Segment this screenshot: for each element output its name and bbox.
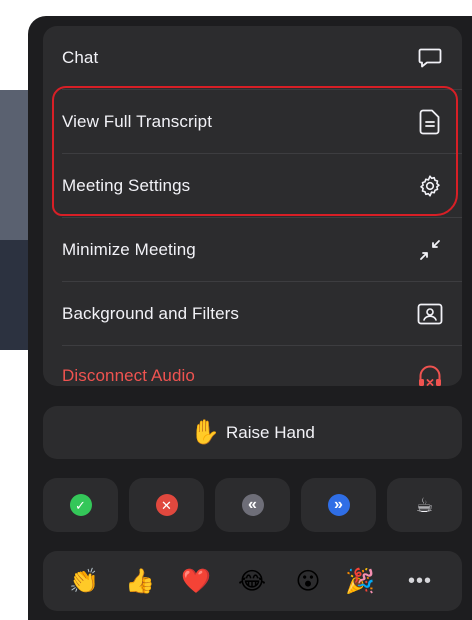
speed-up-button[interactable]: » bbox=[301, 478, 376, 532]
menu-item-disconnect-audio[interactable]: Disconnect Audio bbox=[43, 344, 462, 386]
gear-icon bbox=[416, 172, 444, 200]
tears-of-joy-icon[interactable]: 😂 bbox=[235, 565, 269, 597]
raise-hand-button[interactable]: ✋ Raise Hand bbox=[43, 406, 462, 459]
yes-button[interactable]: ✓ bbox=[43, 478, 118, 532]
clapping-hands-icon[interactable]: 👏 bbox=[67, 565, 101, 597]
more-reactions-button[interactable]: ••• bbox=[403, 565, 437, 597]
surprised-face-icon[interactable]: 😮 bbox=[291, 565, 325, 597]
menu-item-label: Meeting Settings bbox=[62, 175, 191, 195]
x-mark-icon: ✕ bbox=[155, 494, 178, 516]
portrait-frame-icon bbox=[416, 300, 444, 328]
party-popper-icon[interactable]: 🎉 bbox=[343, 565, 377, 597]
menu-item-label: Disconnect Audio bbox=[62, 365, 195, 385]
headphones-x-icon bbox=[416, 362, 444, 387]
checkmark-icon: ✓ bbox=[69, 494, 92, 516]
fast-forward-icon: » bbox=[327, 494, 350, 516]
menu-item-view-transcript[interactable]: View Full Transcript bbox=[43, 90, 462, 153]
menu-item-label: View Full Transcript bbox=[62, 111, 213, 131]
chat-bubble-icon bbox=[416, 44, 444, 72]
menu-item-label: Chat bbox=[62, 47, 99, 67]
slow-down-button[interactable]: « bbox=[215, 478, 290, 532]
heart-icon[interactable]: ❤️ bbox=[179, 565, 213, 597]
menu-item-label: Background and Filters bbox=[62, 303, 240, 323]
actions-menu: Chat View Full Transcript Meeting Settin… bbox=[43, 26, 462, 386]
menu-item-background-filters[interactable]: Background and Filters bbox=[43, 282, 462, 345]
menu-item-chat[interactable]: Chat bbox=[43, 26, 462, 89]
raise-hand-label: Raise Hand bbox=[226, 422, 315, 442]
background-video-shadow bbox=[0, 240, 28, 350]
raised-hand-icon: ✋ bbox=[190, 419, 221, 446]
menu-item-label: Minimize Meeting bbox=[62, 239, 196, 259]
minimize-arrows-icon bbox=[416, 236, 444, 264]
thumbs-up-icon[interactable]: 👍 bbox=[123, 565, 157, 597]
menu-item-minimize-meeting[interactable]: Minimize Meeting bbox=[43, 218, 462, 281]
rewind-icon: « bbox=[241, 494, 264, 516]
document-icon bbox=[416, 108, 444, 136]
reactions-row: 👏 👍 ❤️ 😂 😮 🎉 ••• bbox=[43, 551, 462, 611]
coffee-break-button[interactable]: ☕ bbox=[387, 478, 462, 532]
no-button[interactable]: ✕ bbox=[129, 478, 204, 532]
menu-item-meeting-settings[interactable]: Meeting Settings bbox=[43, 154, 462, 217]
coffee-cup-icon: ☕ bbox=[415, 494, 434, 517]
nonverbal-feedback-row: ✓ ✕ « » ☕ bbox=[43, 478, 462, 532]
